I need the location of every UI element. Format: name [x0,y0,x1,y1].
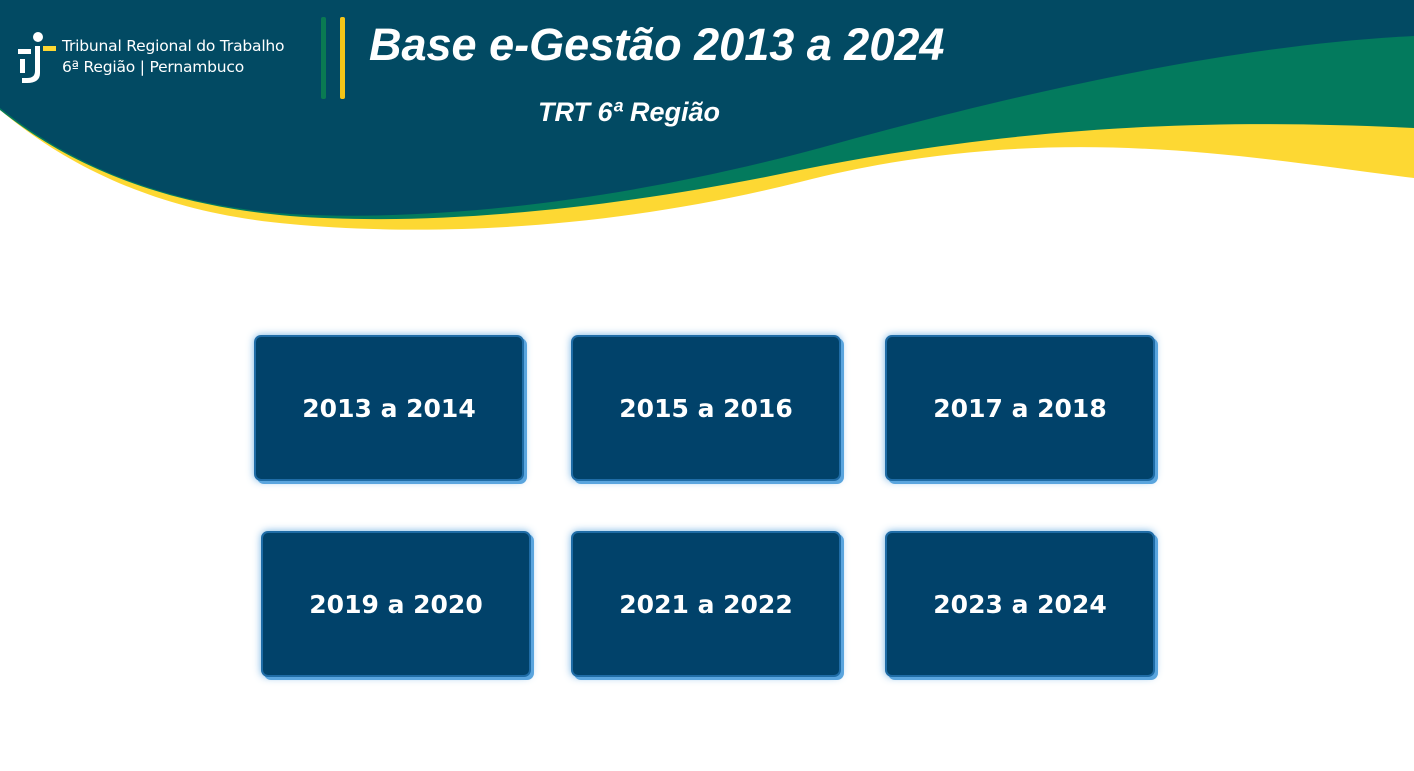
page-subtitle: TRT 6ª Região [538,97,721,127]
period-button-2019-2020[interactable]: 2019 a 2020 [261,531,531,677]
page-title: Base e-Gestão 2013 a 2024 [369,19,945,70]
trt6-logo-icon [18,32,56,83]
period-button-2015-2016[interactable]: 2015 a 2016 [571,335,841,481]
period-button-2023-2024[interactable]: 2023 a 2024 [885,531,1155,677]
period-button-2013-2014[interactable]: 2013 a 2014 [254,335,524,481]
institution-name: Tribunal Regional do Trabalho 6ª Região … [62,36,285,78]
header-divider-yellow [340,17,345,99]
period-button-2017-2018[interactable]: 2017 a 2018 [885,335,1155,481]
institution-line-1: Tribunal Regional do Trabalho [62,37,285,55]
header-divider-green [321,17,326,99]
institution-line-2: 6ª Região | Pernambuco [62,58,245,76]
period-button-2021-2022[interactable]: 2021 a 2022 [571,531,841,677]
